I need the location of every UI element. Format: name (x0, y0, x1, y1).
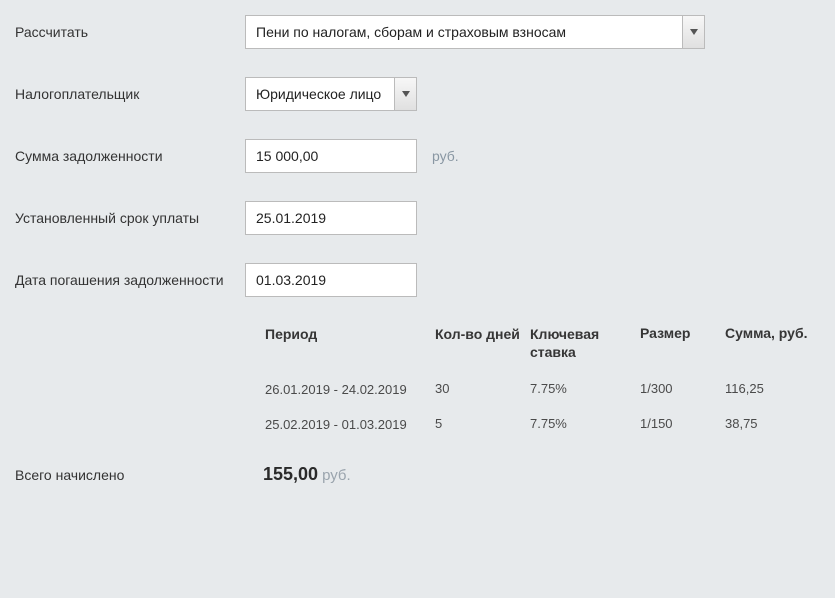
taxpayer-type-select[interactable]: Юридическое лицо (245, 77, 417, 111)
th-sum: Сумма, руб. (725, 325, 825, 341)
cell-period: 26.01.2019 - 24.02.2019 (265, 381, 435, 399)
total-value: 155,00 (263, 464, 318, 485)
cell-sum: 116,25 (725, 381, 825, 396)
cell-key-rate: 7.75% (530, 416, 640, 433)
repay-date-input[interactable] (245, 263, 417, 297)
dropdown-icon[interactable] (394, 78, 416, 110)
dropdown-icon[interactable] (682, 16, 704, 48)
cell-size: 1/300 (640, 381, 725, 396)
th-size: Размер (640, 325, 725, 341)
cell-key-rate: 7.75% (530, 381, 640, 398)
cell-period: 25.02.2019 - 01.03.2019 (265, 416, 435, 434)
total-unit: руб. (322, 467, 351, 484)
debt-amount-input[interactable] (245, 139, 417, 173)
table-header: Период Кол-во дней Ключевая ставка Разме… (265, 325, 835, 361)
label-calculate: Рассчитать (10, 15, 245, 41)
th-key-rate: Ключевая ставка (530, 325, 640, 361)
table-row: 25.02.2019 - 01.03.2019 5 7.75% 1/150 38… (265, 416, 835, 434)
taxpayer-type-value: Юридическое лицо (246, 78, 394, 110)
calculate-type-select[interactable]: Пени по налогам, сборам и страховым взно… (245, 15, 705, 49)
label-repay-date: Дата погашения задолженности (10, 263, 245, 289)
cell-days: 30 (435, 381, 530, 398)
th-days: Кол-во дней (435, 325, 530, 343)
th-period: Период (265, 325, 435, 345)
label-total: Всего начислено (10, 466, 263, 484)
cell-days: 5 (435, 416, 530, 433)
label-debt-amount: Сумма задолженности (10, 139, 245, 165)
label-due-date: Установленный срок уплаты (10, 201, 245, 227)
due-date-input[interactable] (245, 201, 417, 235)
cell-sum: 38,75 (725, 416, 825, 431)
cell-size: 1/150 (640, 416, 725, 431)
results-table: Период Кол-во дней Ключевая ставка Разме… (265, 325, 835, 434)
label-taxpayer: Налогоплательщик (10, 77, 245, 103)
currency-unit: руб. (432, 148, 459, 164)
calculate-type-value: Пени по налогам, сборам и страховым взно… (246, 16, 682, 48)
table-row: 26.01.2019 - 24.02.2019 30 7.75% 1/300 1… (265, 381, 835, 399)
